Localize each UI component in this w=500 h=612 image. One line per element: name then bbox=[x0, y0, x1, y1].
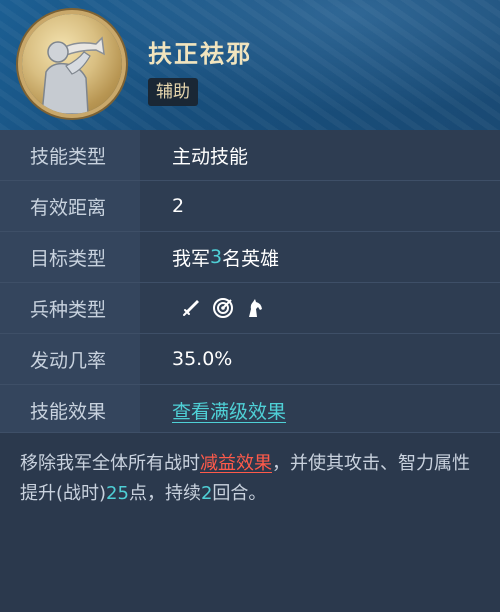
sword-icon bbox=[180, 297, 202, 319]
skill-description: 移除我军全体所有战时减益效果，并使其攻击、智力属性提升(战时)25点，持续2回合… bbox=[0, 432, 500, 612]
row-target-type: 目标类型 我军 3 名英雄 bbox=[0, 231, 500, 282]
target-count: 3 bbox=[210, 246, 223, 268]
row-label: 兵种类型 bbox=[0, 283, 140, 333]
hero-portrait bbox=[22, 14, 122, 114]
target-prefix: 我军 bbox=[172, 247, 211, 270]
row-value: 35.0% bbox=[172, 348, 233, 370]
hero-figure-icon bbox=[41, 36, 105, 114]
row-troop-type: 兵种类型 bbox=[0, 282, 500, 333]
row-value: 我军 3 名英雄 bbox=[140, 232, 279, 282]
desc-part: 点，持续 bbox=[128, 483, 201, 504]
row-skill-effect: 技能效果 查看满级效果 bbox=[0, 384, 500, 435]
skill-title: 扶正祛邪 bbox=[148, 40, 252, 68]
row-label: 技能效果 bbox=[0, 385, 140, 435]
view-max-effect-link[interactable]: 查看满级效果 bbox=[172, 397, 286, 424]
description-text: 移除我军全体所有战时减益效果，并使其攻击、智力属性提升(战时)25点，持续2回合… bbox=[0, 433, 500, 509]
row-value: 查看满级效果 bbox=[140, 385, 286, 435]
skill-header: 扶正祛邪 辅助 bbox=[0, 0, 500, 130]
row-value: 主动技能 bbox=[172, 145, 249, 168]
row-label: 目标类型 bbox=[0, 232, 140, 282]
row-label: 技能类型 bbox=[0, 130, 140, 180]
row-skill-type: 技能类型 主动技能 bbox=[0, 130, 500, 180]
target-icon bbox=[212, 297, 234, 319]
row-value bbox=[140, 283, 266, 333]
row-label: 有效距离 bbox=[0, 181, 140, 231]
row-effective-range: 有效距离 2 bbox=[0, 180, 500, 231]
row-trigger-rate: 发动几率 35.0% bbox=[0, 333, 500, 384]
debuff-highlight[interactable]: 减益效果 bbox=[200, 453, 272, 474]
row-label: 发动几率 bbox=[0, 334, 140, 384]
stat-value: 25 bbox=[106, 483, 129, 504]
target-suffix: 名英雄 bbox=[222, 247, 280, 270]
horse-icon bbox=[244, 297, 266, 319]
duration-value: 2 bbox=[200, 483, 213, 504]
skill-attributes: 技能类型 主动技能 有效距离 2 目标类型 我军 3 名英雄 兵种类型 发动几率… bbox=[0, 130, 500, 435]
skill-panel: 扶正祛邪 辅助 技能类型 主动技能 有效距离 2 目标类型 我军 3 名英雄 兵种类… bbox=[0, 0, 500, 612]
desc-part: 移除我军全体所有战时 bbox=[20, 453, 200, 474]
desc-part: 回合。 bbox=[212, 483, 267, 504]
row-value: 2 bbox=[172, 195, 185, 217]
skill-type-badge: 辅助 bbox=[148, 78, 198, 106]
